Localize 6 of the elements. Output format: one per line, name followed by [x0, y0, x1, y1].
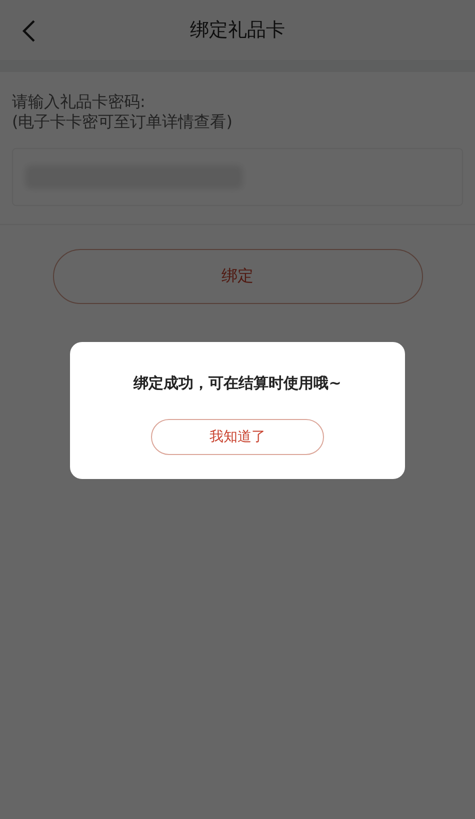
back-icon[interactable]: [22, 19, 36, 43]
field-label: 请输入礼品卡密码:: [12, 92, 146, 112]
dialog-message: 绑定成功，可在结算时使用哦~: [134, 374, 342, 393]
field-hint: (电子卡卡密可至订单详情查看): [12, 112, 234, 132]
page-title: 绑定礼品卡: [190, 18, 285, 43]
acknowledge-button[interactable]: 我知道了: [151, 419, 324, 455]
